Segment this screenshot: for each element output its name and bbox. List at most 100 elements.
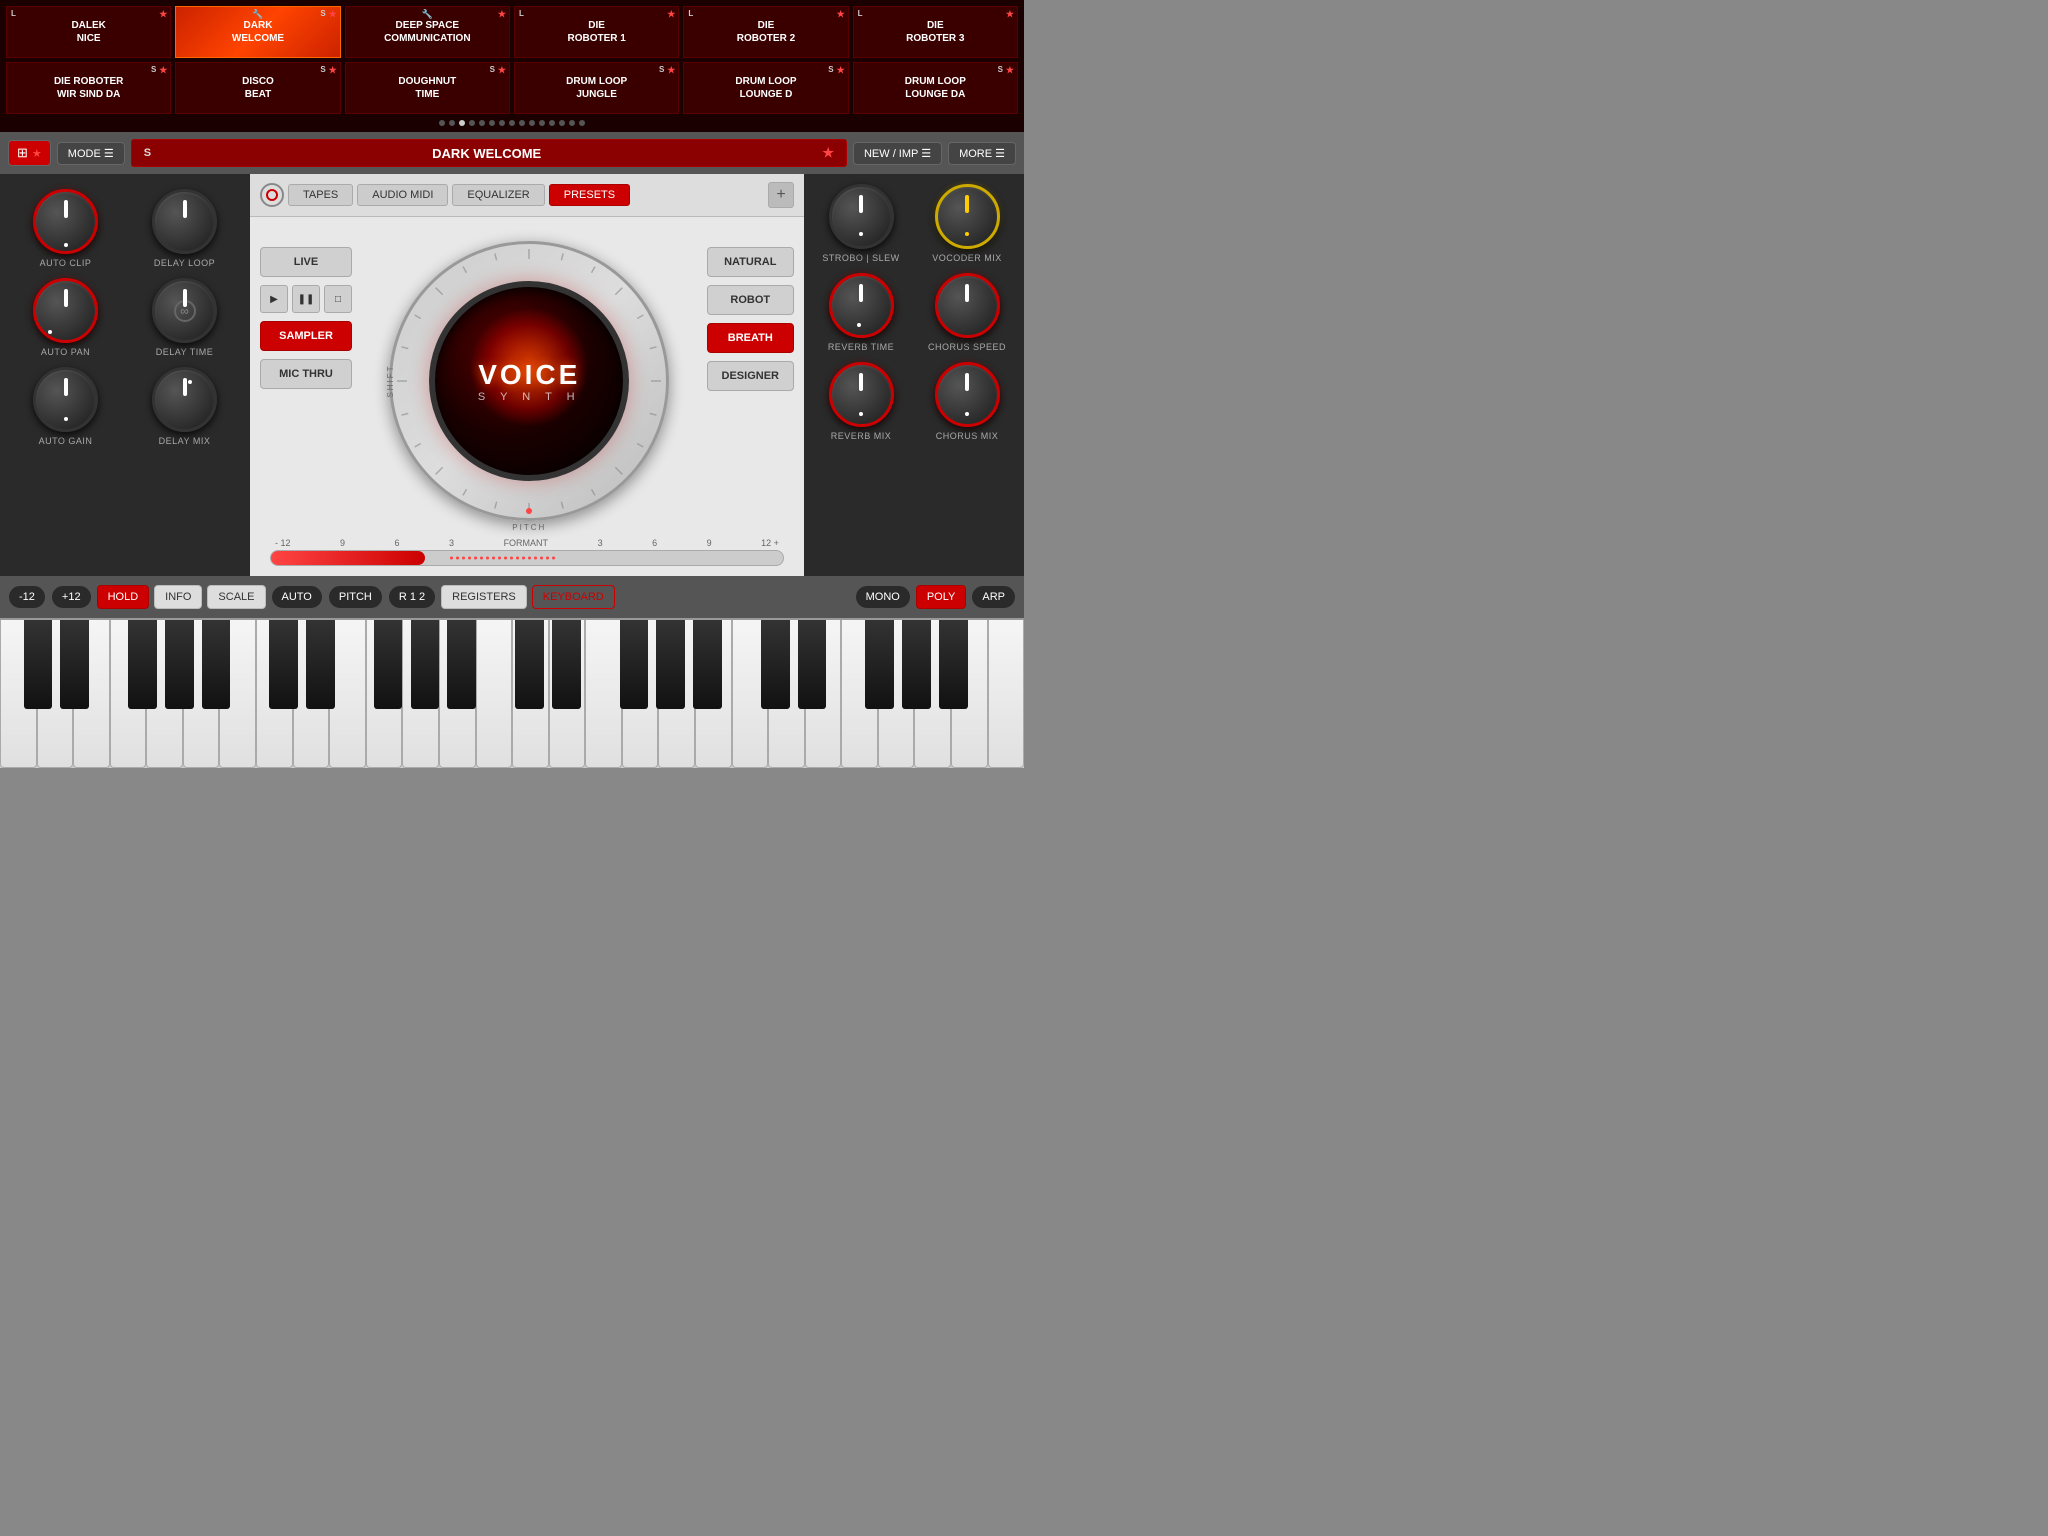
tab-audio-midi[interactable]: AUDIO MIDI — [357, 184, 448, 206]
stop-button[interactable]: □ — [324, 285, 352, 313]
preset-die-roboter-3[interactable]: L ★ DIEROBOTER 3 — [853, 6, 1018, 58]
black-key[interactable] — [269, 620, 298, 709]
breath-button[interactable]: BREATH — [707, 323, 794, 353]
black-key[interactable] — [374, 620, 403, 709]
record-button[interactable] — [260, 183, 284, 207]
poly-button[interactable]: POLY — [916, 585, 967, 609]
dot[interactable] — [509, 120, 515, 126]
plus12-button[interactable]: +12 — [51, 585, 92, 609]
pause-button[interactable]: ❚❚ — [292, 285, 320, 313]
dot[interactable] — [519, 120, 525, 126]
voice-dial[interactable]: VOICE S Y N T H SHIFT PITCH — [389, 241, 669, 521]
keyboard[interactable] — [0, 618, 1024, 768]
black-key[interactable] — [128, 620, 157, 709]
scale-button[interactable]: SCALE — [207, 585, 265, 609]
chorus-mix-knob[interactable] — [935, 362, 1000, 427]
pitch-button[interactable]: PITCH — [328, 585, 383, 609]
preset-dark-welcome[interactable]: S ★ 🔧 DARKWELCOME — [175, 6, 340, 58]
preset-drum-loop-jungle[interactable]: S ★ DRUM LOOPJUNGLE — [514, 62, 679, 114]
black-key[interactable] — [411, 620, 440, 709]
delay-mix-knob[interactable] — [152, 367, 217, 432]
sampler-button[interactable]: SAMPLER — [260, 321, 352, 351]
dot[interactable] — [559, 120, 565, 126]
reverb-time-knob[interactable] — [829, 273, 894, 338]
black-key[interactable] — [620, 620, 649, 709]
white-key[interactable] — [476, 620, 513, 768]
preset-star-button[interactable]: ★ — [822, 145, 834, 161]
black-key[interactable] — [798, 620, 827, 709]
black-key[interactable] — [902, 620, 931, 709]
tab-presets[interactable]: PRESETS — [549, 184, 630, 206]
black-key[interactable] — [515, 620, 544, 709]
tab-add-button[interactable]: + — [768, 182, 794, 208]
auto-clip-knob[interactable] — [33, 189, 98, 254]
black-key[interactable] — [447, 620, 476, 709]
dot[interactable] — [439, 120, 445, 126]
preset-die-roboter-2[interactable]: L ★ DIEROBOTER 2 — [683, 6, 848, 58]
black-key[interactable] — [865, 620, 894, 709]
black-key[interactable] — [656, 620, 685, 709]
preset-dalek-nice[interactable]: L ★ DALEKNICE — [6, 6, 171, 58]
dot[interactable] — [469, 120, 475, 126]
preset-drum-loop-lounge-d[interactable]: S ★ DRUM LOOPLOUNGE D — [683, 62, 848, 114]
robot-button[interactable]: ROBOT — [707, 285, 794, 315]
natural-button[interactable]: NATURAL — [707, 247, 794, 277]
delay-loop-knob[interactable] — [152, 189, 217, 254]
dot[interactable] — [479, 120, 485, 126]
dot[interactable] — [539, 120, 545, 126]
dot[interactable] — [449, 120, 455, 126]
new-imp-button[interactable]: NEW / IMP ☰ — [853, 142, 942, 165]
registers-button[interactable]: REGISTERS — [441, 585, 527, 609]
vocoder-mix-knob[interactable] — [935, 184, 1000, 249]
arp-button[interactable]: ARP — [971, 585, 1016, 609]
hold-button[interactable]: HOLD — [97, 585, 150, 609]
dot[interactable] — [569, 120, 575, 126]
mic-thru-button[interactable]: MIC THRU — [260, 359, 352, 389]
keyboard-button[interactable]: KEYBOARD — [532, 585, 615, 609]
black-key[interactable] — [552, 620, 581, 709]
dot[interactable] — [489, 120, 495, 126]
preset-die-roboter-1[interactable]: L ★ DIEROBOTER 1 — [514, 6, 679, 58]
black-key[interactable] — [24, 620, 53, 709]
dot[interactable] — [549, 120, 555, 126]
white-key[interactable] — [988, 620, 1024, 768]
reverb-mix-knob[interactable] — [829, 362, 894, 427]
formant-slider[interactable] — [270, 550, 784, 566]
play-button[interactable]: ▶ — [260, 285, 288, 313]
dot[interactable] — [579, 120, 585, 126]
delay-time-knob[interactable]: ∞ — [152, 278, 217, 343]
tab-tapes[interactable]: TAPES — [288, 184, 353, 206]
white-key[interactable] — [585, 620, 622, 768]
preset-die-roboter-wir[interactable]: S ★ DIE ROBOTERWIR SIND DA — [6, 62, 171, 114]
star-icon: ★ — [329, 9, 337, 21]
auto-button[interactable]: AUTO — [271, 585, 323, 609]
black-key[interactable] — [165, 620, 194, 709]
auto-gain-knob[interactable] — [33, 367, 98, 432]
minus12-button[interactable]: -12 — [8, 585, 46, 609]
black-key[interactable] — [202, 620, 231, 709]
mono-button[interactable]: MONO — [855, 585, 911, 609]
dot-active[interactable] — [459, 120, 465, 126]
dot[interactable] — [529, 120, 535, 126]
r12-button[interactable]: R 1 2 — [388, 585, 436, 609]
preset-deep-space[interactable]: 🔧 ★ DEEP SPACECOMMUNICATION — [345, 6, 510, 58]
tab-equalizer[interactable]: EQUALIZER — [452, 184, 544, 206]
strobo-slew-knob[interactable] — [829, 184, 894, 249]
chorus-speed-knob[interactable] — [935, 273, 1000, 338]
mode-button[interactable]: MODE ☰ — [57, 142, 125, 165]
preset-drum-loop-lounge-da[interactable]: S ★ DRUM LOOPLOUNGE DA — [853, 62, 1018, 114]
designer-button[interactable]: DESIGNER — [707, 361, 794, 391]
black-key[interactable] — [693, 620, 722, 709]
preset-doughnut-time[interactable]: S ★ DOUGHNUTTIME — [345, 62, 510, 114]
preset-disco-beat[interactable]: S ★ DISCOBEAT — [175, 62, 340, 114]
black-key[interactable] — [60, 620, 89, 709]
black-key[interactable] — [939, 620, 968, 709]
black-key[interactable] — [306, 620, 335, 709]
black-key[interactable] — [761, 620, 790, 709]
auto-pan-knob[interactable] — [33, 278, 98, 343]
grid-button[interactable]: ⊞ ★ — [8, 140, 51, 166]
dot[interactable] — [499, 120, 505, 126]
more-button[interactable]: MORE ☰ — [948, 142, 1016, 165]
live-button[interactable]: LIVE — [260, 247, 352, 277]
info-button[interactable]: INFO — [154, 585, 202, 609]
